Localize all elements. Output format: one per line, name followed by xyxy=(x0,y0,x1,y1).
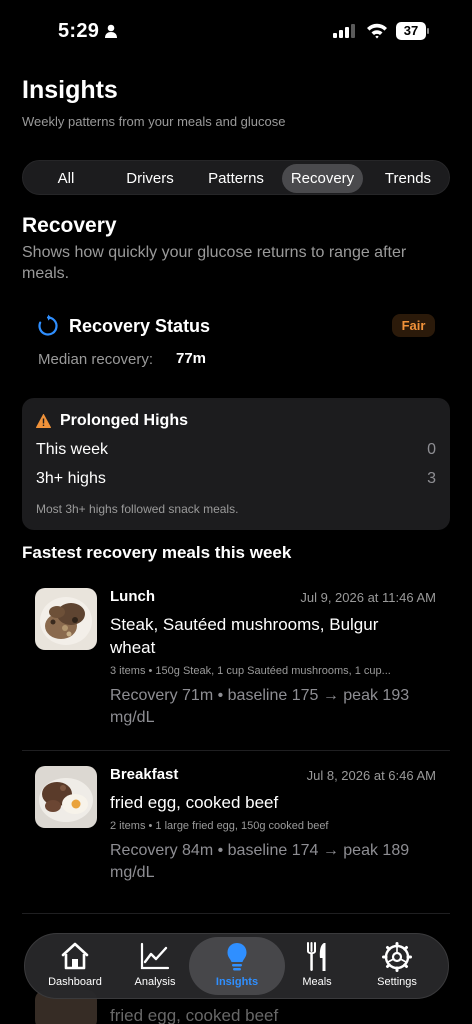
insights-segmented-control: All Drivers Patterns Recovery Trends xyxy=(22,160,450,195)
status-bar: 5:29 37 xyxy=(0,0,472,60)
gear-icon xyxy=(382,942,412,972)
meal-type: Lunch xyxy=(110,588,155,605)
meal-list-item[interactable]: Lunch Jul 9, 2026 at 11:46 AM Steak, Sau… xyxy=(22,588,450,738)
page-title: Insights xyxy=(22,76,118,104)
tab-all[interactable]: All xyxy=(27,164,105,193)
tab-label: Dashboard xyxy=(48,976,102,988)
tab-trends[interactable]: Trends xyxy=(369,164,447,193)
meal-photo xyxy=(35,588,97,650)
highs-row-value: 3 xyxy=(427,470,436,487)
prolonged-highs-note: Most 3h+ highs followed snack meals. xyxy=(36,502,239,516)
tab-insights[interactable]: Insights xyxy=(197,934,277,1000)
tab-dashboard[interactable]: Dashboard xyxy=(35,934,115,1000)
median-recovery-value: 77m xyxy=(176,350,207,367)
wifi-icon xyxy=(367,23,387,39)
meal-recovery-stats: Recovery 71m • baseline 175 → peak 193 m… xyxy=(110,687,410,726)
section-title: Recovery xyxy=(22,214,117,237)
meal-name: Steak, Sautéed mushrooms, Bulgur wheat xyxy=(110,615,379,657)
median-recovery-label: Median recovery: xyxy=(38,351,154,368)
list-divider xyxy=(22,750,450,751)
fork-knife-icon xyxy=(307,942,326,971)
highs-row-value: 0 xyxy=(427,441,436,458)
tab-patterns[interactable]: Patterns xyxy=(197,164,275,193)
tab-drivers[interactable]: Drivers xyxy=(111,164,189,193)
meal-type: Breakfast xyxy=(110,766,179,783)
battery-cap xyxy=(427,28,429,34)
battery-level: 37 xyxy=(396,22,426,40)
cellular-signal-icon xyxy=(333,24,355,38)
tab-analysis[interactable]: Analysis xyxy=(115,934,195,1000)
recovery-arrow-icon xyxy=(38,314,58,336)
warning-icon xyxy=(36,414,51,428)
list-divider xyxy=(22,913,450,914)
fastest-meals-heading: Fastest recovery meals this week xyxy=(22,543,292,562)
meal-name: fried egg, cooked beef xyxy=(110,793,279,812)
meal-date: Jul 8, 2026 at 6:46 AM xyxy=(306,768,436,783)
meal-items: 3 items • 150g Steak, 1 cup Sautéed mush… xyxy=(110,665,391,677)
highs-row-label: 3h+ highs xyxy=(36,470,106,487)
recovery-status-title: Recovery Status xyxy=(69,316,211,336)
lightbulb-icon xyxy=(227,943,247,971)
tab-label: Insights xyxy=(215,976,259,988)
prolonged-highs-card: Prolonged Highs This week 0 3h+ highs 3 … xyxy=(22,398,450,530)
page-subtitle: Weekly patterns from your meals and gluc… xyxy=(22,114,286,129)
meal-name: fried egg, cooked beef xyxy=(110,1006,279,1024)
meal-recovery-stats: Recovery 84m • baseline 174 → peak 189 m… xyxy=(110,842,410,881)
chart-line-icon xyxy=(140,942,170,970)
tab-recovery[interactable]: Recovery xyxy=(282,164,363,193)
meal-items: 2 items • 1 large fried egg, 150g cooked… xyxy=(110,820,329,832)
clock-time: 5:29 xyxy=(58,20,100,42)
highs-row-label: This week xyxy=(36,441,109,458)
tab-meals[interactable]: Meals xyxy=(277,934,357,1000)
battery-indicator: 37 xyxy=(396,22,429,40)
tab-settings[interactable]: Settings xyxy=(357,934,437,1000)
tab-label: Settings xyxy=(377,976,417,988)
meal-list-item[interactable]: Breakfast Jul 8, 2026 at 6:46 AM fried e… xyxy=(22,766,450,896)
section-description: Shows how quickly your glucose returns t… xyxy=(22,244,407,282)
prolonged-highs-title: Prolonged Highs xyxy=(60,412,188,429)
meal-photo xyxy=(35,766,97,828)
person-icon xyxy=(105,24,117,38)
tab-label: Meals xyxy=(302,976,332,988)
bottom-tab-bar: Dashboard Analysis Insights Meals Settin… xyxy=(24,933,449,999)
meal-date: Jul 9, 2026 at 11:46 AM xyxy=(300,590,436,605)
status-badge: Fair xyxy=(392,314,435,337)
house-icon xyxy=(61,942,89,970)
tab-label: Analysis xyxy=(134,976,176,988)
